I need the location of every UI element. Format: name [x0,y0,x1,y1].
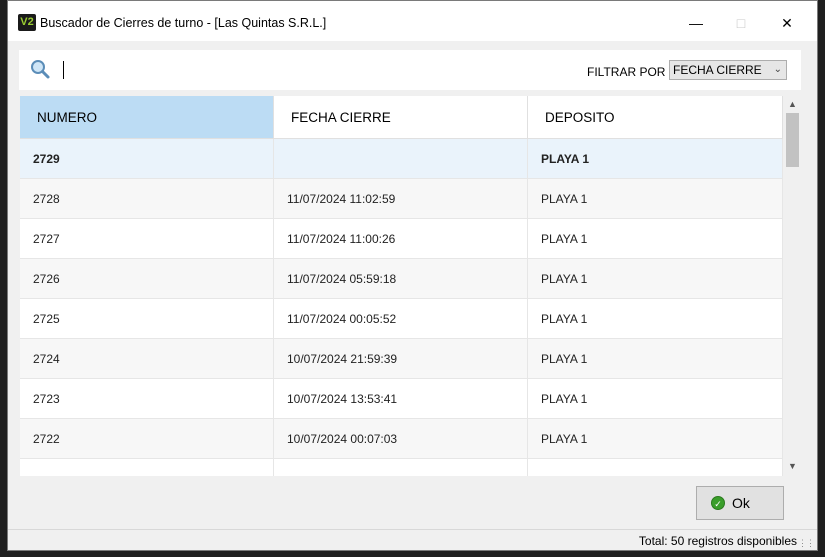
close-icon: ✕ [781,15,793,31]
cell-deposito: PLAYA 1 [528,179,783,219]
ok-button[interactable]: ✓ Ok [696,486,784,520]
check-circle-icon: ✓ [711,496,725,510]
column-header-fecha-cierre[interactable]: FECHA CIERRE [274,96,528,139]
cell-numero: 2722 [20,419,274,459]
chevron-down-icon: ⌄ [773,64,782,75]
table-row[interactable]: 2727 11/07/2024 11:00:26 PLAYA 1 [20,219,783,259]
window-title: Buscador de Cierres de turno - [Las Quin… [40,16,327,30]
cell-fecha [274,459,528,476]
cell-numero: 2724 [20,339,274,379]
title-bar[interactable]: V2 Buscador de Cierres de turno - [Las Q… [8,1,817,41]
cell-deposito: PLAYA 1 [528,419,783,459]
minimize-button[interactable]: — [681,11,711,35]
vertical-scrollbar[interactable]: ▲ ▼ [784,96,801,476]
scroll-up-icon[interactable]: ▲ [784,96,801,112]
cell-fecha: 11/07/2024 11:02:59 [274,179,528,219]
filter-select[interactable]: FECHA CIERRE ⌄ [669,60,787,80]
cell-deposito: PLAYA 1 [528,139,783,179]
maximize-button: □ [726,11,756,35]
maximize-icon: □ [736,15,746,31]
cell-numero: 2728 [20,179,274,219]
resize-grip-icon[interactable]: ⋮⋮ [798,538,815,549]
cell-deposito: PLAYA 1 [528,379,783,419]
filter-selected-value: FECHA CIERRE [673,63,762,77]
cell-numero: 2723 [20,379,274,419]
search-input[interactable] [63,61,64,79]
table-row[interactable]: 2723 10/07/2024 13:53:41 PLAYA 1 [20,379,783,419]
cell-deposito: PLAYA 1 [528,339,783,379]
cell-numero [20,459,274,476]
close-button[interactable]: ✕ [772,11,802,35]
cell-fecha [274,139,528,179]
dialog-window: V2 Buscador de Cierres de turno - [Las Q… [7,0,818,551]
table-row[interactable]: 2725 11/07/2024 00:05:52 PLAYA 1 [20,299,783,339]
search-bar: FILTRAR POR FECHA CIERRE ⌄ [19,50,801,90]
filter-label: FILTRAR POR [587,65,666,79]
table-row-partial[interactable] [20,459,783,476]
minimize-icon: — [689,15,703,31]
cell-fecha: 11/07/2024 00:05:52 [274,299,528,339]
table-row[interactable]: 2729 PLAYA 1 [20,139,783,179]
cell-deposito: PLAYA 1 [528,299,783,339]
cell-numero: 2725 [20,299,274,339]
cell-numero: 2727 [20,219,274,259]
table-row[interactable]: 2726 11/07/2024 05:59:18 PLAYA 1 [20,259,783,299]
scrollbar-thumb[interactable] [786,113,799,167]
table-row[interactable]: 2722 10/07/2024 00:07:03 PLAYA 1 [20,419,783,459]
cell-fecha: 11/07/2024 11:00:26 [274,219,528,259]
table-row[interactable]: 2724 10/07/2024 21:59:39 PLAYA 1 [20,339,783,379]
app-icon: V2 [18,14,36,31]
cell-deposito: PLAYA 1 [528,259,783,299]
cell-numero: 2726 [20,259,274,299]
cell-fecha: 10/07/2024 00:07:03 [274,419,528,459]
ok-label: Ok [732,495,750,511]
cell-deposito: PLAYA 1 [528,219,783,259]
column-header-deposito[interactable]: DEPOSITO [528,96,783,139]
cell-numero: 2729 [20,139,274,179]
cell-fecha: 11/07/2024 05:59:18 [274,259,528,299]
cell-deposito [528,459,783,476]
scroll-down-icon[interactable]: ▼ [784,458,801,474]
results-table: NUMERO FECHA CIERRE DEPOSITO 2729 PLAYA … [20,96,783,476]
status-bar: Total: 50 registros disponibles ⋮⋮ [8,529,817,551]
status-text: Total: 50 registros disponibles [638,534,797,548]
cell-fecha: 10/07/2024 21:59:39 [274,339,528,379]
table-header: NUMERO FECHA CIERRE DEPOSITO [20,96,783,139]
table-row[interactable]: 2728 11/07/2024 11:02:59 PLAYA 1 [20,179,783,219]
cell-fecha: 10/07/2024 13:53:41 [274,379,528,419]
column-header-numero[interactable]: NUMERO [20,96,274,139]
magnifier-icon [31,60,50,79]
